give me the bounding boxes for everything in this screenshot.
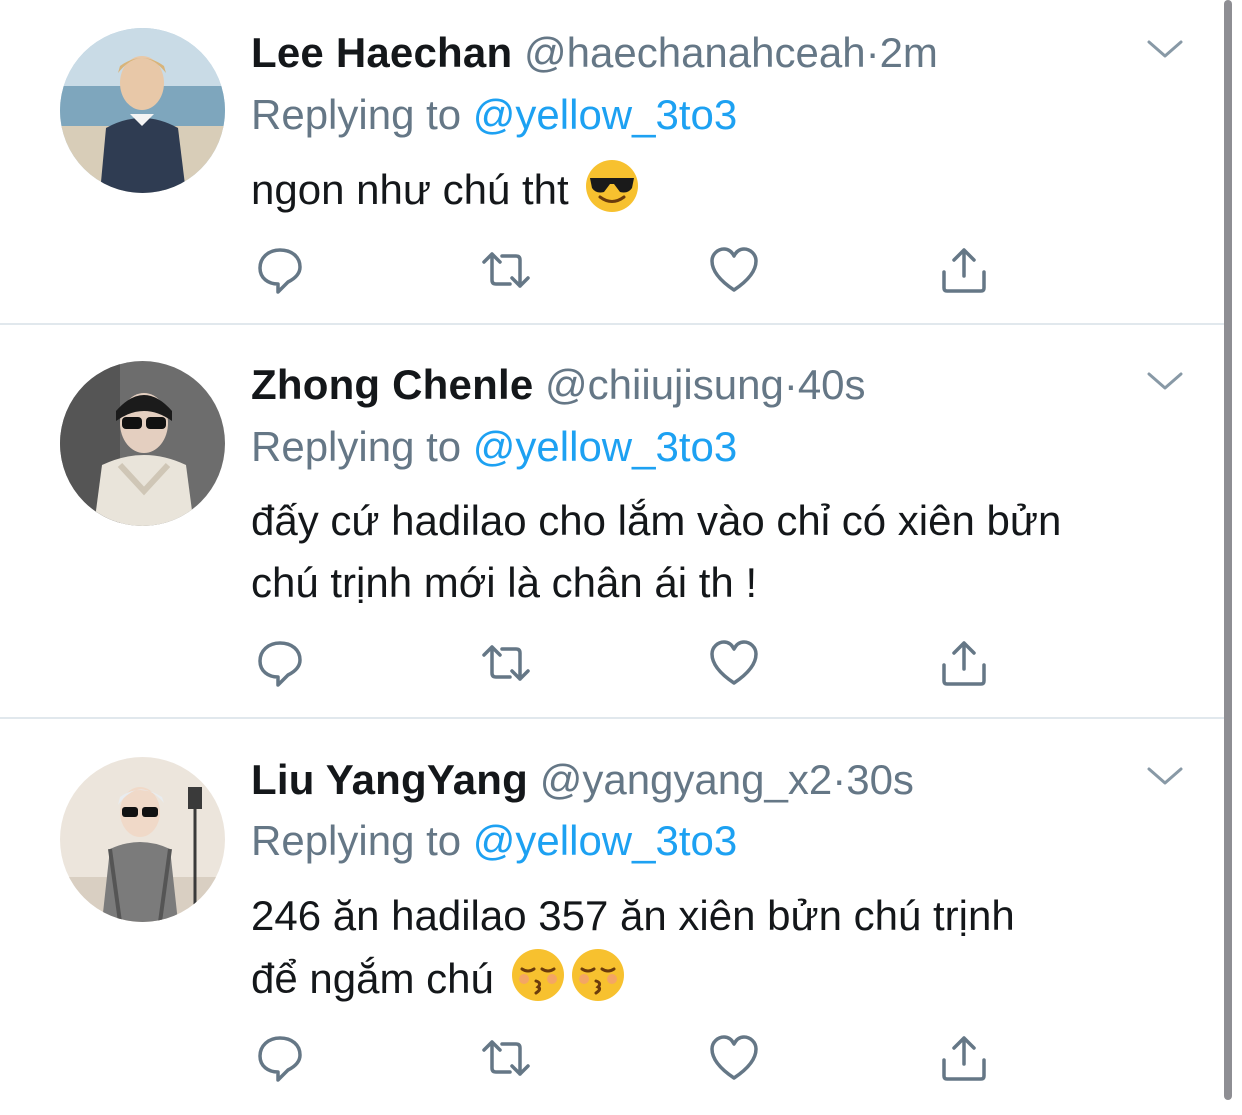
- tweet-actions: [250, 1034, 1010, 1084]
- replying-to-label: Replying to: [251, 817, 462, 864]
- avatar[interactable]: [60, 757, 225, 922]
- replying-to: Replying to @yellow_3to3: [251, 94, 737, 136]
- tweet-text-content: 246 ăn hadilao 357 ăn xiên bửn chú trịnh…: [251, 892, 1015, 1002]
- separator: ·: [832, 756, 847, 803]
- replying-to: Replying to @yellow_3to3: [251, 820, 737, 862]
- replying-to: Replying to @yellow_3to3: [251, 426, 737, 468]
- user-handle[interactable]: @yangyang_x2: [540, 756, 833, 803]
- display-name[interactable]: Zhong Chenle: [251, 361, 533, 408]
- tweet-text: đấy cứ hadilao cho lắm vào chỉ có xiên b…: [251, 497, 1062, 606]
- tweet[interactable]: Zhong Chenle @chiiujisung·40s Replying t…: [0, 325, 1224, 717]
- separator: ·: [865, 29, 880, 76]
- chevron-down-icon[interactable]: [1145, 765, 1185, 789]
- retweet-icon[interactable]: [480, 246, 532, 294]
- user-handle[interactable]: @haechanahceah: [524, 29, 866, 76]
- timestamp[interactable]: 2m: [880, 29, 938, 76]
- tweet-text-content: ngon như chú tht: [251, 166, 569, 213]
- replying-to-label: Replying to: [251, 91, 462, 138]
- display-name[interactable]: Liu YangYang: [251, 756, 528, 803]
- chevron-down-icon[interactable]: [1145, 370, 1185, 394]
- smiling-face-with-sunglasses-icon: [586, 160, 639, 212]
- like-icon[interactable]: [708, 246, 760, 294]
- replying-to-label: Replying to: [251, 423, 462, 470]
- share-icon[interactable]: [938, 639, 990, 687]
- tweet[interactable]: Lee Haechan @haechanahceah·2m Replying t…: [0, 0, 1224, 323]
- tweet-actions: [250, 639, 1010, 689]
- separator: ·: [783, 361, 798, 408]
- avatar[interactable]: [60, 361, 225, 526]
- mention-link[interactable]: @yellow_3to3: [473, 423, 737, 470]
- tweet-text: ngon như chú tht: [251, 158, 1211, 221]
- tweet[interactable]: Liu YangYang @yangyang_x2·30s Replying t…: [0, 719, 1224, 1115]
- mention-link[interactable]: @yellow_3to3: [473, 817, 737, 864]
- tweet-header: Liu YangYang @yangyang_x2·30s: [251, 759, 914, 801]
- timestamp[interactable]: 40s: [798, 361, 866, 408]
- display-name[interactable]: Lee Haechan: [251, 29, 512, 76]
- kissing-face-with-closed-eyes-icon: [571, 949, 624, 1001]
- tweet-header: Zhong Chenle @chiiujisung·40s: [251, 364, 866, 406]
- like-icon[interactable]: [708, 639, 760, 687]
- tweet-header: Lee Haechan @haechanahceah·2m: [251, 32, 938, 74]
- avatar[interactable]: [60, 28, 225, 193]
- chevron-down-icon[interactable]: [1145, 38, 1185, 62]
- kissing-face-with-closed-eyes-icon: [511, 949, 564, 1001]
- scrollbar[interactable]: [1224, 0, 1232, 1100]
- reply-icon[interactable]: [254, 639, 306, 687]
- mention-link[interactable]: @yellow_3to3: [473, 91, 737, 138]
- reply-icon[interactable]: [254, 246, 306, 294]
- reply-icon[interactable]: [254, 1034, 306, 1082]
- timestamp[interactable]: 30s: [846, 756, 914, 803]
- share-icon[interactable]: [938, 1034, 990, 1082]
- like-icon[interactable]: [708, 1034, 760, 1082]
- retweet-icon[interactable]: [480, 1034, 532, 1082]
- share-icon[interactable]: [938, 246, 990, 294]
- user-handle[interactable]: @chiiujisung: [545, 361, 784, 408]
- retweet-icon[interactable]: [480, 639, 532, 687]
- tweet-actions: [250, 246, 1010, 296]
- tweet-text: 246 ăn hadilao 357 ăn xiên bửn chú trịnh…: [251, 885, 1211, 1010]
